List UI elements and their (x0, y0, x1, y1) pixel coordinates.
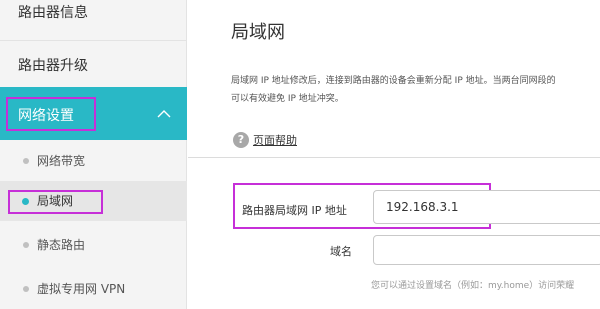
help-icon[interactable]: ? (233, 132, 249, 148)
sidebar-subitem-bandwidth[interactable]: 网络带宽 (0, 141, 187, 181)
bullet-dot-icon (23, 242, 29, 248)
bullet-dot-icon (23, 286, 29, 292)
sidebar-subitem-label: 局域网 (37, 194, 74, 208)
divider (188, 157, 600, 158)
sidebar-subitem-label: 网络带宽 (37, 154, 86, 168)
domain-label: 域名 (330, 245, 352, 258)
bullet-dot-icon (22, 198, 29, 205)
sidebar-subitem-label: 静态路由 (37, 238, 86, 252)
description-line: 局域网 IP 地址修改后，连接到路由器的设备会重新分配 IP 地址。当两台同网段… (231, 76, 556, 86)
bullet-dot-icon (23, 158, 29, 164)
lan-ip-label: 路由器局域网 IP 地址 (242, 204, 347, 217)
sidebar-item-label: 路由器信息 (18, 5, 88, 21)
sidebar-item-network-settings[interactable]: 网络设置 (0, 87, 187, 140)
sidebar-subitem-vpn[interactable]: 虚拟专用网 VPN (0, 269, 187, 309)
page-title: 局域网 (231, 22, 285, 43)
main-panel: 局域网 局域网 IP 地址修改后，连接到路由器的设备会重新分配 IP 地址。当两… (188, 0, 600, 309)
sidebar-item-router-upgrade[interactable]: 路由器升级 (0, 40, 187, 86)
domain-input[interactable] (373, 235, 600, 265)
sidebar-item-router-info[interactable]: 路由器信息 (0, 0, 187, 32)
lan-ip-input[interactable]: 192.168.3.1 (373, 190, 600, 224)
domain-hint: 您可以通过设置域名（例如：my.home）访问荣耀 (371, 281, 575, 291)
sidebar: 路由器信息 路由器升级 网络设置 网络带宽 局域网 静态路由 虚拟专用网 VPN (0, 0, 187, 309)
description-line: 可以有效避免 IP 地址冲突。 (231, 94, 344, 104)
sidebar-subitem-lan[interactable]: 局域网 (0, 181, 187, 221)
sidebar-subitem-label: 虚拟专用网 VPN (37, 282, 126, 296)
page-help-link[interactable]: 页面帮助 (253, 132, 297, 148)
sidebar-item-label: 路由器升级 (18, 58, 88, 74)
highlight-box (6, 97, 96, 131)
help-row: ? 页面帮助 (233, 131, 297, 149)
chevron-up-icon[interactable] (157, 107, 171, 121)
page-description: 局域网 IP 地址修改后，连接到路由器的设备会重新分配 IP 地址。当两台同网段… (231, 72, 600, 108)
sidebar-subitem-static-route[interactable]: 静态路由 (0, 225, 187, 265)
